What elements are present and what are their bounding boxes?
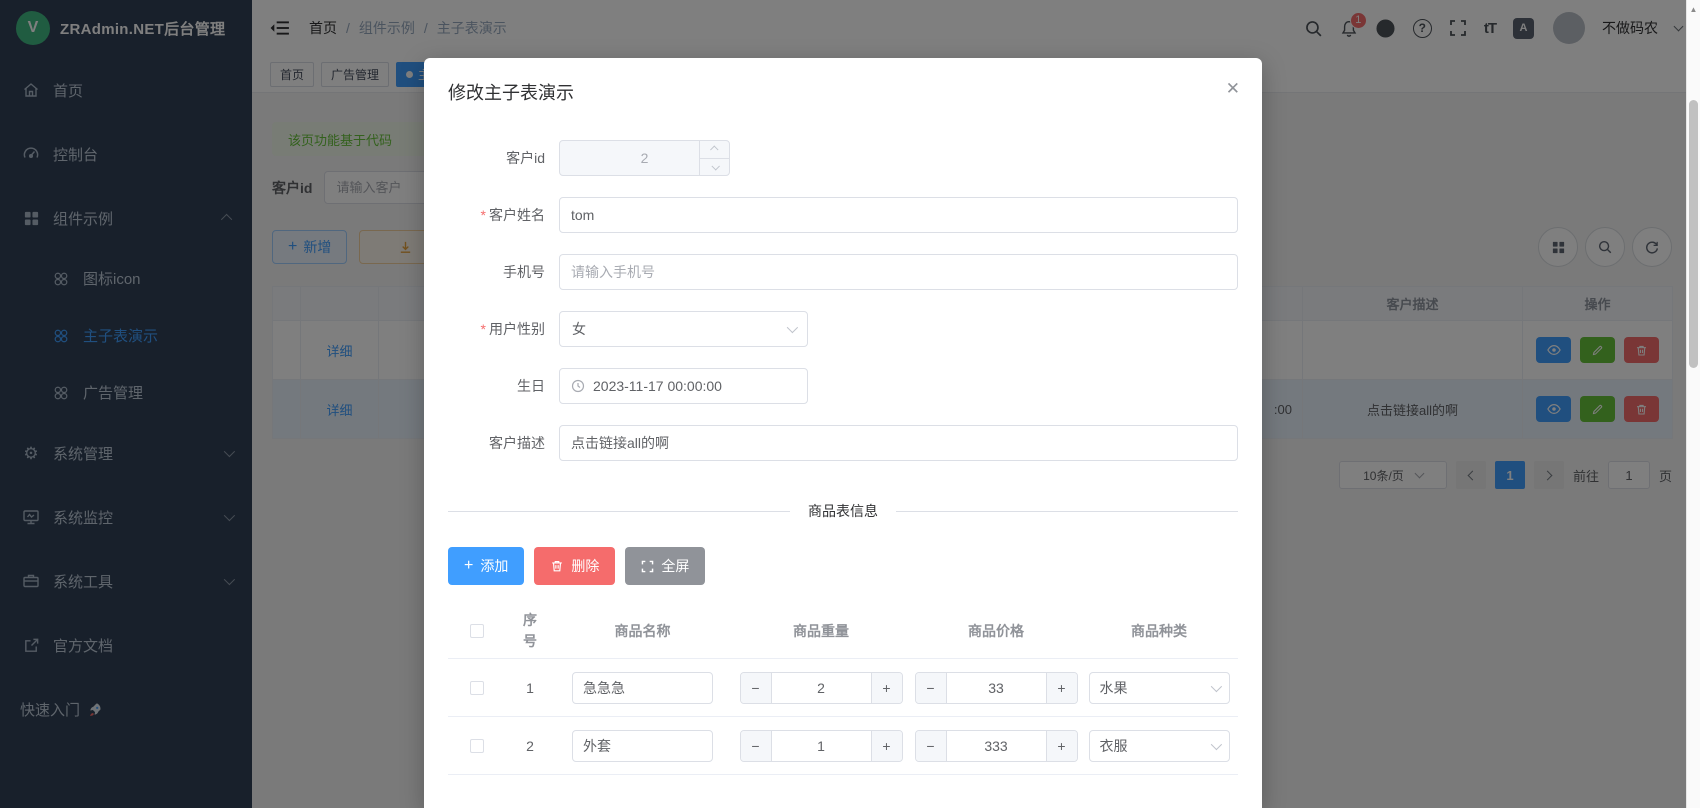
form-row-phone: 手机号 xyxy=(448,254,1238,290)
category-value: 衣服 xyxy=(1100,736,1128,756)
section-title: 商品表信息 xyxy=(790,501,896,521)
product-fullscreen-button[interactable]: 全屏 xyxy=(625,547,705,585)
category-select[interactable]: 衣服 xyxy=(1089,730,1230,762)
decrease-button[interactable]: − xyxy=(741,673,772,703)
price-stepper: − 333 + xyxy=(915,730,1078,762)
name-column-header: 商品名称 xyxy=(555,621,730,641)
row-checkbox[interactable] xyxy=(470,739,484,753)
weight-value[interactable]: 1 xyxy=(772,731,871,761)
spinner-down-button[interactable] xyxy=(700,159,729,176)
customer-id-number-input: 2 xyxy=(559,140,730,176)
product-add-button[interactable]: + 添加 xyxy=(448,547,524,585)
app-window: V ZRAdmin.NET后台管理 首页 控制台 组件示例 xyxy=(0,0,1700,808)
dialog-title: 修改主子表演示 xyxy=(448,80,1238,106)
price-column-header: 商品价格 xyxy=(912,621,1080,641)
select-all-checkbox[interactable] xyxy=(470,624,484,638)
gender-select[interactable]: 女 xyxy=(559,311,808,347)
increase-button[interactable]: + xyxy=(871,673,902,703)
products-toolbar: + 添加 删除 全屏 xyxy=(448,547,1238,585)
required-mark: * xyxy=(481,321,486,337)
form-row-customer-name: *客户姓名 xyxy=(448,197,1238,233)
chevron-down-icon xyxy=(787,322,798,333)
row-index: 2 xyxy=(505,738,555,754)
scroll-up-arrow-icon[interactable]: ▲ xyxy=(1687,0,1700,14)
field-label: 客户id xyxy=(448,148,559,168)
price-value[interactable]: 333 xyxy=(947,731,1046,761)
product-delete-button[interactable]: 删除 xyxy=(534,547,615,585)
customer-name-input[interactable] xyxy=(559,197,1238,233)
increase-button[interactable]: + xyxy=(1046,673,1077,703)
dialog-header: 修改主子表演示 ✕ xyxy=(424,58,1262,106)
product-row: 1 − 2 + − 33 + xyxy=(448,659,1238,717)
weight-stepper: − 1 + xyxy=(740,730,903,762)
category-select[interactable]: 水果 xyxy=(1089,672,1230,704)
weight-column-header: 商品重量 xyxy=(730,621,912,641)
price-stepper: − 33 + xyxy=(915,672,1078,704)
clock-icon xyxy=(571,379,585,393)
form-row-gender: *用户性别 女 xyxy=(448,311,1238,347)
birthday-value: 2023-11-17 00:00:00 xyxy=(593,378,722,394)
decrease-button[interactable]: − xyxy=(741,731,772,761)
row-index: 1 xyxy=(505,680,555,696)
increase-button[interactable]: + xyxy=(1046,731,1077,761)
dialog-body: 客户id 2 *客户姓名 手机号 *用户性别 xyxy=(424,106,1262,775)
category-column-header: 商品种类 xyxy=(1080,621,1238,641)
field-label: 手机号 xyxy=(448,262,559,282)
increase-button[interactable]: + xyxy=(871,731,902,761)
required-mark: * xyxy=(481,207,486,223)
weight-value[interactable]: 2 xyxy=(772,673,871,703)
products-table-header: 序号 商品名称 商品重量 商品价格 商品种类 xyxy=(448,603,1238,659)
chevron-down-icon xyxy=(1210,738,1221,749)
form-row-desc: 客户描述 xyxy=(448,425,1238,461)
product-row: 2 − 1 + − 333 + xyxy=(448,717,1238,775)
products-table: 序号 商品名称 商品重量 商品价格 商品种类 1 − 2 + xyxy=(448,603,1238,775)
category-value: 水果 xyxy=(1100,678,1128,698)
trash-icon xyxy=(550,559,564,573)
field-label: *客户姓名 xyxy=(448,205,559,225)
customer-desc-input[interactable] xyxy=(559,425,1238,461)
decrease-button[interactable]: − xyxy=(916,673,947,703)
decrease-button[interactable]: − xyxy=(916,731,947,761)
birthday-datetime-picker[interactable]: 2023-11-17 00:00:00 xyxy=(559,368,808,404)
weight-stepper: − 2 + xyxy=(740,672,903,704)
gender-value: 女 xyxy=(572,319,586,339)
price-value[interactable]: 33 xyxy=(947,673,1046,703)
section-divider: 商品表信息 xyxy=(448,501,1238,521)
field-label: 生日 xyxy=(448,376,559,396)
product-name-input[interactable] xyxy=(572,672,713,704)
chevron-up-icon xyxy=(710,146,718,154)
phone-input[interactable] xyxy=(559,254,1238,290)
field-label: 客户描述 xyxy=(448,433,559,453)
field-label: *用户性别 xyxy=(448,319,559,339)
edit-dialog: 修改主子表演示 ✕ 客户id 2 *客户姓名 手机号 xyxy=(424,58,1262,808)
form-row-customer-id: 客户id 2 xyxy=(448,140,1238,176)
plus-icon: + xyxy=(464,558,473,574)
number-spinner xyxy=(699,141,729,175)
vertical-scrollbar[interactable]: ▲ xyxy=(1686,0,1700,808)
form-row-birthday: 生日 2023-11-17 00:00:00 xyxy=(448,368,1238,404)
spinner-up-button[interactable] xyxy=(700,141,729,159)
row-checkbox[interactable] xyxy=(470,681,484,695)
index-column-header: 序号 xyxy=(522,610,538,652)
chevron-down-icon xyxy=(1210,680,1221,691)
chevron-down-icon xyxy=(711,162,719,170)
fullscreen-icon xyxy=(641,560,654,573)
product-name-input[interactable] xyxy=(572,730,713,762)
scrollbar-thumb[interactable] xyxy=(1689,100,1698,368)
close-icon[interactable]: ✕ xyxy=(1226,80,1240,97)
